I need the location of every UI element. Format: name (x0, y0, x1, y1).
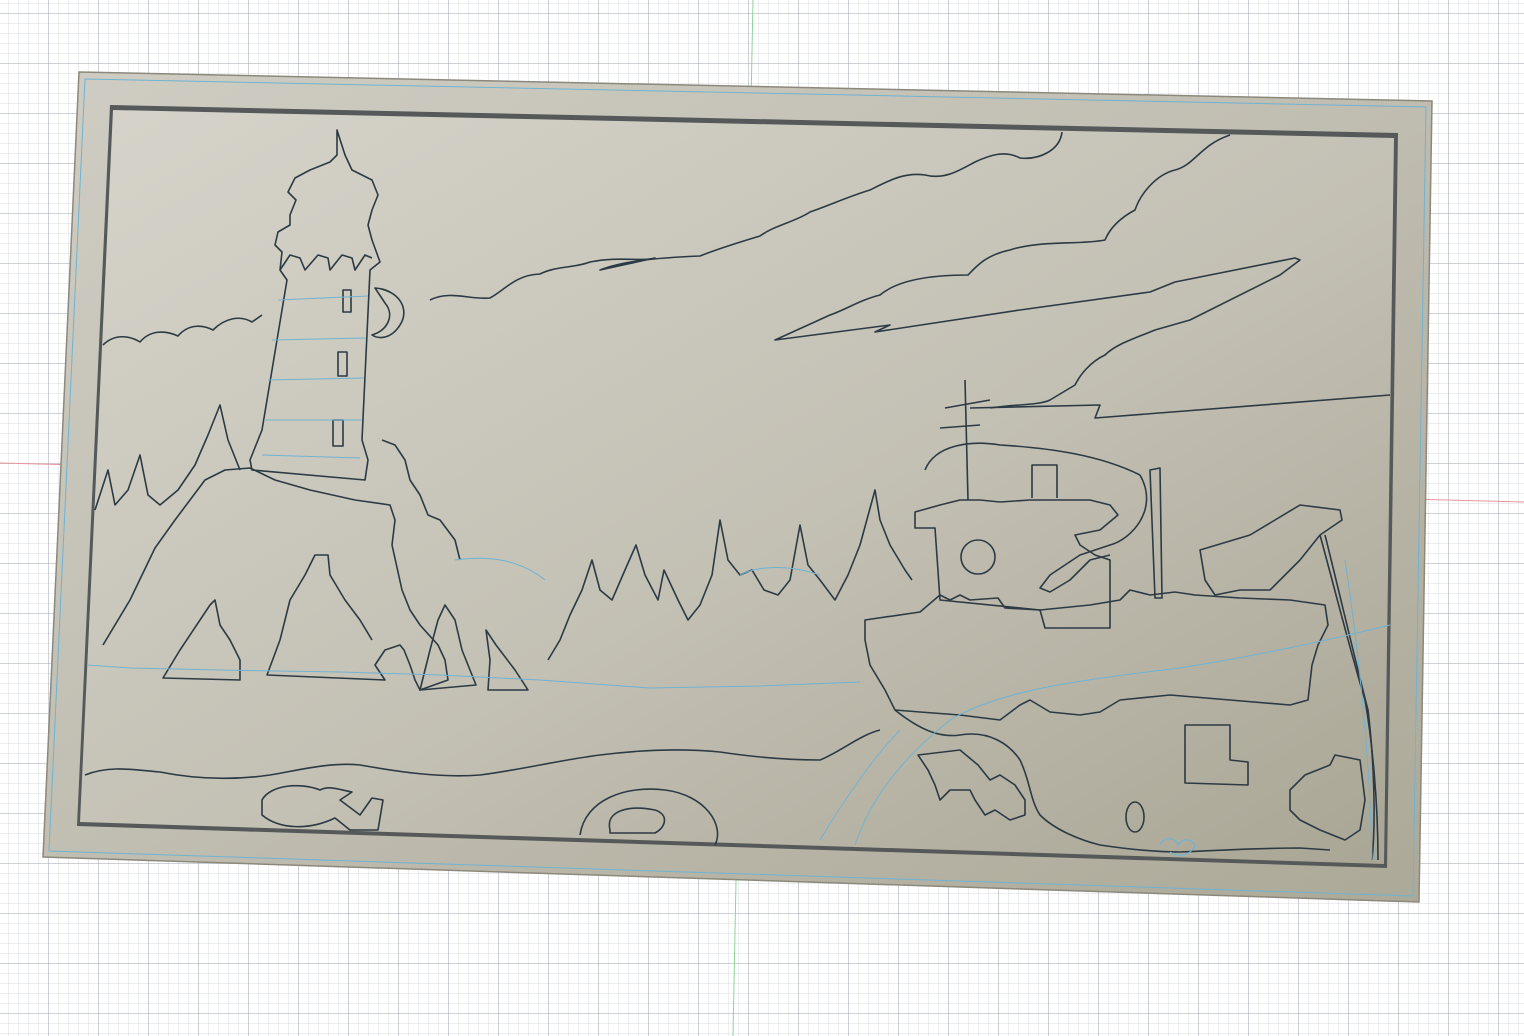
modeling-viewport[interactable] (0, 0, 1524, 1036)
plate-inner-panel (80, 110, 1394, 864)
scene-canvas[interactable] (0, 0, 1524, 1036)
relief-plate[interactable] (42, 71, 1433, 903)
